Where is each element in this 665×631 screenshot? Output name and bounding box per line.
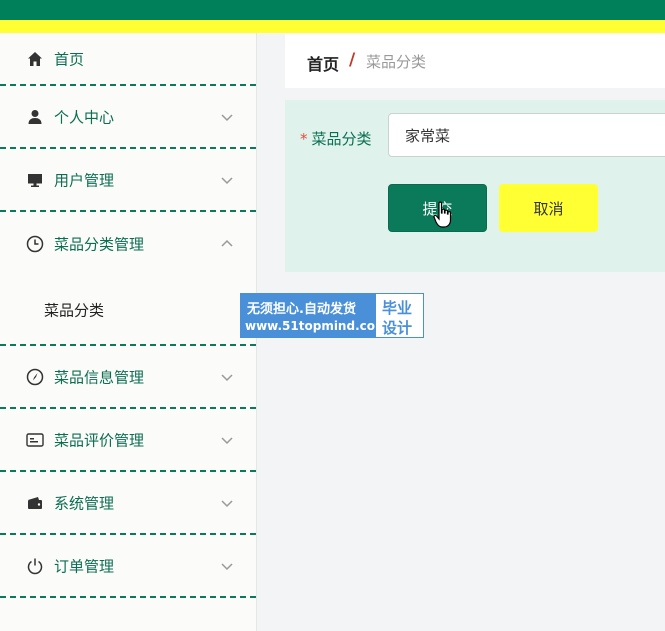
user-icon — [26, 108, 44, 126]
chevron-up-icon — [221, 239, 233, 247]
breadcrumb-current: 菜品分类 — [366, 53, 427, 71]
sidebar-item-label: 用户管理 — [54, 171, 115, 189]
required-mark: * — [300, 130, 308, 148]
category-name-input[interactable] — [388, 113, 665, 157]
compass-icon — [26, 368, 44, 386]
sidebar-item-dish-review[interactable]: 菜品评价管理 — [0, 409, 256, 472]
sidebar-item-home[interactable]: 首页 — [0, 33, 256, 86]
sidebar-item-label: 订单管理 — [54, 557, 115, 575]
watermark-slogan: 无须担心.自动发货 — [247, 302, 356, 317]
chevron-down-icon — [221, 436, 233, 444]
sidebar-item-category-mgmt[interactable]: 菜品分类管理 — [0, 212, 256, 275]
chevron-down-icon — [221, 373, 233, 381]
chevron-down-icon — [221, 113, 233, 121]
sidebar-item-system[interactable]: 系统管理 — [0, 472, 256, 535]
form-panel: *菜品分类 提交 取消 — [285, 100, 665, 272]
sidebar-item-profile[interactable]: 个人中心 — [0, 86, 256, 149]
field-label-text: 菜品分类 — [311, 130, 372, 148]
clock-icon — [26, 235, 44, 253]
sidebar-item-orders[interactable]: 订单管理 — [0, 535, 256, 598]
breadcrumb: 首页 / 菜品分类 — [285, 33, 665, 88]
breadcrumb-separator: / — [349, 50, 356, 70]
monitor-icon — [26, 171, 44, 189]
sidebar-item-dish-info[interactable]: 菜品信息管理 — [0, 346, 256, 409]
id-card-icon — [26, 431, 44, 449]
breadcrumb-home[interactable]: 首页 — [307, 51, 339, 75]
sidebar-item-label: 菜品分类管理 — [54, 235, 145, 253]
watermark-text-1: 毕业 — [382, 299, 413, 317]
chevron-down-icon — [221, 562, 233, 570]
submenu-item-label: 菜品分类 — [44, 301, 105, 319]
watermark-badge: 无须担心.自动发货 www.51topmind.com 毕业 设计 — [240, 293, 424, 338]
cancel-button[interactable]: 取消 — [499, 184, 598, 232]
watermark-right: 毕业 设计 — [376, 294, 423, 337]
watermark-text-2: 设计 — [382, 319, 413, 337]
sidebar: 首页 个人中心 用户管理 菜品分类管理 菜品分类 菜品信息管理 菜品评价管理 系… — [0, 33, 257, 631]
chevron-down-icon — [221, 499, 233, 507]
watermark-left: 无须担心.自动发货 www.51topmind.com — [241, 294, 388, 337]
submenu-item-category[interactable]: 菜品分类 — [0, 275, 256, 346]
top-header-bar — [0, 0, 665, 20]
power-icon — [26, 557, 44, 575]
watermark-url: www.51topmind.com — [245, 319, 388, 333]
sidebar-item-label: 菜品评价管理 — [54, 431, 145, 449]
home-icon — [26, 50, 44, 68]
sidebar-item-label: 菜品信息管理 — [54, 368, 145, 386]
sidebar-item-users[interactable]: 用户管理 — [0, 149, 256, 212]
top-header-stripe — [0, 20, 665, 33]
chevron-down-icon — [221, 176, 233, 184]
sidebar-item-label: 首页 — [54, 50, 85, 68]
sidebar-item-label: 系统管理 — [54, 494, 115, 512]
wallet-icon — [26, 494, 44, 512]
sidebar-item-label: 个人中心 — [54, 108, 115, 126]
hand-cursor-icon — [433, 201, 452, 228]
field-label: * 菜品分类 — [300, 128, 372, 149]
